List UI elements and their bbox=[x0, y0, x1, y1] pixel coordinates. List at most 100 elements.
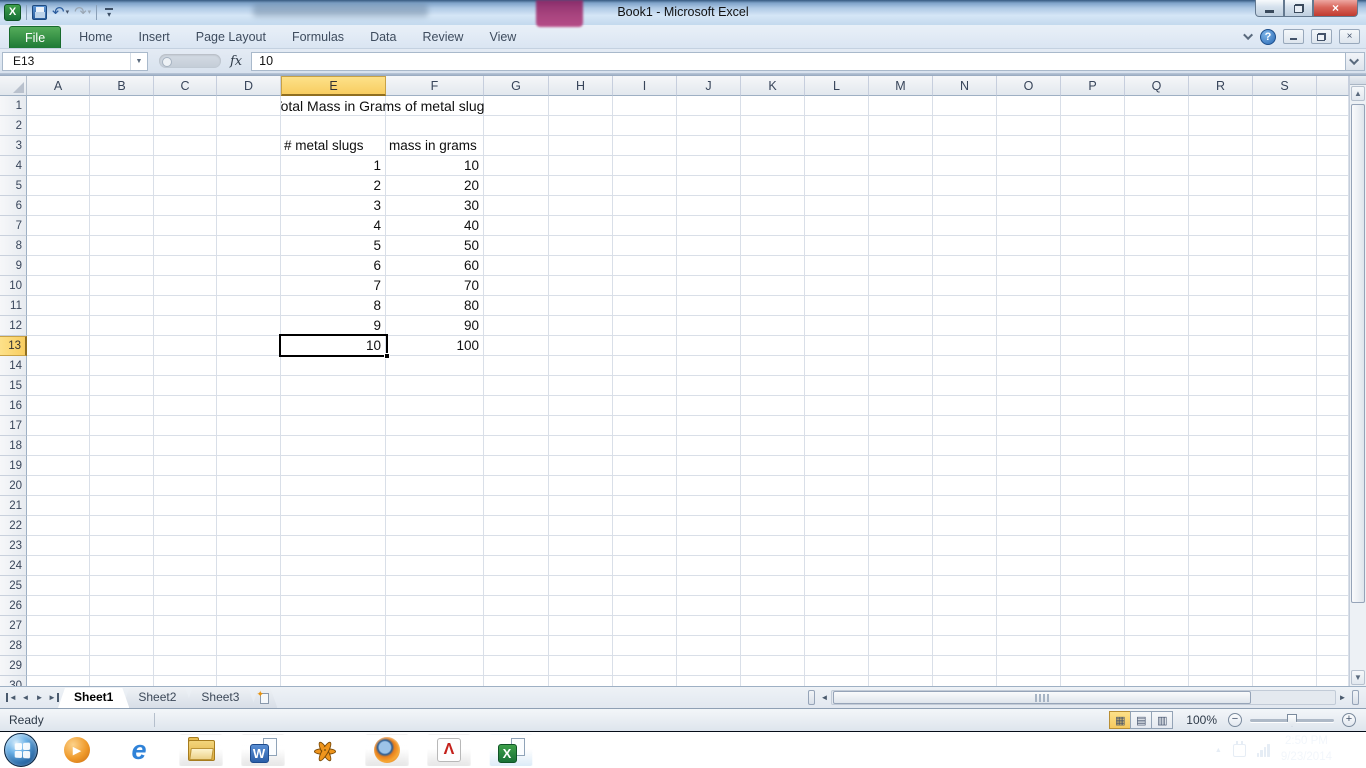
cell-H23[interactable] bbox=[549, 536, 613, 556]
cell-D30[interactable] bbox=[217, 676, 281, 686]
cell-M4[interactable] bbox=[869, 156, 933, 176]
cell-R18[interactable] bbox=[1189, 436, 1253, 456]
cell-R24[interactable] bbox=[1189, 556, 1253, 576]
cell-C4[interactable] bbox=[154, 156, 217, 176]
cell-Q25[interactable] bbox=[1125, 576, 1189, 596]
row-header-8[interactable]: 8 bbox=[0, 236, 27, 256]
cell-A25[interactable] bbox=[27, 576, 90, 596]
cell-L12[interactable] bbox=[805, 316, 869, 336]
cell-G21[interactable] bbox=[484, 496, 549, 516]
show-desktop-button[interactable] bbox=[1352, 732, 1363, 768]
cell-N14[interactable] bbox=[933, 356, 997, 376]
cell-O14[interactable] bbox=[997, 356, 1061, 376]
cell-G20[interactable] bbox=[484, 476, 549, 496]
cell-E1[interactable] bbox=[281, 96, 386, 116]
cell-J21[interactable] bbox=[677, 496, 741, 516]
row-header-28[interactable]: 28 bbox=[0, 636, 27, 656]
cell-D11[interactable] bbox=[217, 296, 281, 316]
cell-N19[interactable] bbox=[933, 456, 997, 476]
cell-B21[interactable] bbox=[90, 496, 154, 516]
cell-N7[interactable] bbox=[933, 216, 997, 236]
column-header-O[interactable]: O bbox=[997, 76, 1061, 96]
sheet-tab-sheet1[interactable]: Sheet1 bbox=[58, 688, 129, 708]
column-header-P[interactable]: P bbox=[1061, 76, 1125, 96]
cell-S7[interactable] bbox=[1253, 216, 1317, 236]
cell-C20[interactable] bbox=[154, 476, 217, 496]
cell-O9[interactable] bbox=[997, 256, 1061, 276]
cell-J29[interactable] bbox=[677, 656, 741, 676]
cell-partial-24[interactable] bbox=[1317, 556, 1349, 576]
column-header-C[interactable]: C bbox=[154, 76, 217, 96]
cell-partial-23[interactable] bbox=[1317, 536, 1349, 556]
cell-C27[interactable] bbox=[154, 616, 217, 636]
cell-F2[interactable] bbox=[386, 116, 484, 136]
cell-F21[interactable] bbox=[386, 496, 484, 516]
cell-B6[interactable] bbox=[90, 196, 154, 216]
cell-C21[interactable] bbox=[154, 496, 217, 516]
cell-S24[interactable] bbox=[1253, 556, 1317, 576]
cell-E7[interactable]: 4 bbox=[281, 216, 386, 236]
cell-E2[interactable] bbox=[281, 116, 386, 136]
row-header-23[interactable]: 23 bbox=[0, 536, 27, 556]
cell-partial-7[interactable] bbox=[1317, 216, 1349, 236]
cell-A26[interactable] bbox=[27, 596, 90, 616]
cell-J27[interactable] bbox=[677, 616, 741, 636]
cell-D3[interactable] bbox=[217, 136, 281, 156]
cell-F15[interactable] bbox=[386, 376, 484, 396]
row-header-15[interactable]: 15 bbox=[0, 376, 27, 396]
cell-J28[interactable] bbox=[677, 636, 741, 656]
row-header-30[interactable]: 30 bbox=[0, 676, 27, 686]
cell-partial-3[interactable] bbox=[1317, 136, 1349, 156]
cell-Q8[interactable] bbox=[1125, 236, 1189, 256]
cell-R20[interactable] bbox=[1189, 476, 1253, 496]
cell-J5[interactable] bbox=[677, 176, 741, 196]
column-header-F[interactable]: F bbox=[386, 76, 484, 96]
cell-Q10[interactable] bbox=[1125, 276, 1189, 296]
cell-R7[interactable] bbox=[1189, 216, 1253, 236]
cell-J11[interactable] bbox=[677, 296, 741, 316]
cell-J10[interactable] bbox=[677, 276, 741, 296]
cell-F18[interactable] bbox=[386, 436, 484, 456]
cell-O15[interactable] bbox=[997, 376, 1061, 396]
cell-K19[interactable] bbox=[741, 456, 805, 476]
cell-A17[interactable] bbox=[27, 416, 90, 436]
cell-R22[interactable] bbox=[1189, 516, 1253, 536]
cell-L15[interactable] bbox=[805, 376, 869, 396]
cell-F10[interactable]: 70 bbox=[386, 276, 484, 296]
cell-J30[interactable] bbox=[677, 676, 741, 686]
cell-R23[interactable] bbox=[1189, 536, 1253, 556]
cell-M15[interactable] bbox=[869, 376, 933, 396]
cell-Q23[interactable] bbox=[1125, 536, 1189, 556]
cell-I20[interactable] bbox=[613, 476, 677, 496]
cell-N18[interactable] bbox=[933, 436, 997, 456]
row-header-9[interactable]: 9 bbox=[0, 256, 27, 276]
cell-R27[interactable] bbox=[1189, 616, 1253, 636]
cell-A3[interactable] bbox=[27, 136, 90, 156]
column-header-R[interactable]: R bbox=[1189, 76, 1253, 96]
cell-C19[interactable] bbox=[154, 456, 217, 476]
cell-R4[interactable] bbox=[1189, 156, 1253, 176]
cell-I12[interactable] bbox=[613, 316, 677, 336]
cell-B5[interactable] bbox=[90, 176, 154, 196]
cell-C5[interactable] bbox=[154, 176, 217, 196]
cell-F26[interactable] bbox=[386, 596, 484, 616]
cell-B2[interactable] bbox=[90, 116, 154, 136]
select-all-corner[interactable] bbox=[0, 76, 27, 96]
cell-O18[interactable] bbox=[997, 436, 1061, 456]
taskbar-flower-app[interactable] bbox=[303, 734, 347, 767]
cell-P27[interactable] bbox=[1061, 616, 1125, 636]
cell-J15[interactable] bbox=[677, 376, 741, 396]
cell-C30[interactable] bbox=[154, 676, 217, 686]
cell-P5[interactable] bbox=[1061, 176, 1125, 196]
cell-L21[interactable] bbox=[805, 496, 869, 516]
cell-J26[interactable] bbox=[677, 596, 741, 616]
minimize-button[interactable] bbox=[1255, 0, 1284, 17]
cell-D24[interactable] bbox=[217, 556, 281, 576]
row-header-1[interactable]: 1 bbox=[0, 96, 27, 116]
cell-H2[interactable] bbox=[549, 116, 613, 136]
cell-F19[interactable] bbox=[386, 456, 484, 476]
cell-partial-10[interactable] bbox=[1317, 276, 1349, 296]
cell-C2[interactable] bbox=[154, 116, 217, 136]
cell-H12[interactable] bbox=[549, 316, 613, 336]
cell-partial-22[interactable] bbox=[1317, 516, 1349, 536]
